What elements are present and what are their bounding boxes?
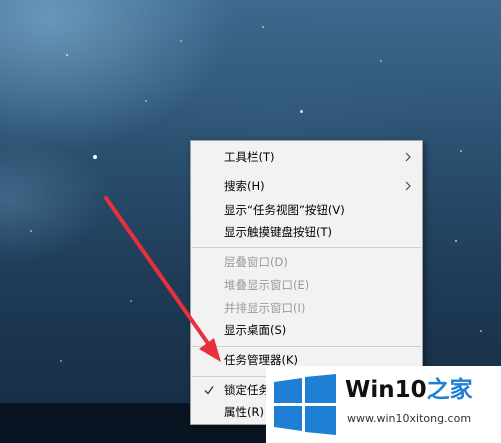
windows-logo-icon	[274, 374, 336, 435]
watermark-brand-name: Win10	[345, 377, 427, 403]
watermark-brand: Win10之家	[345, 370, 473, 404]
watermark-logo: Win10之家 www.win10xitong.com	[266, 366, 501, 443]
watermark-url: www.win10xitong.com	[347, 412, 472, 425]
watermark-brand-suffix: 之家	[426, 377, 473, 403]
